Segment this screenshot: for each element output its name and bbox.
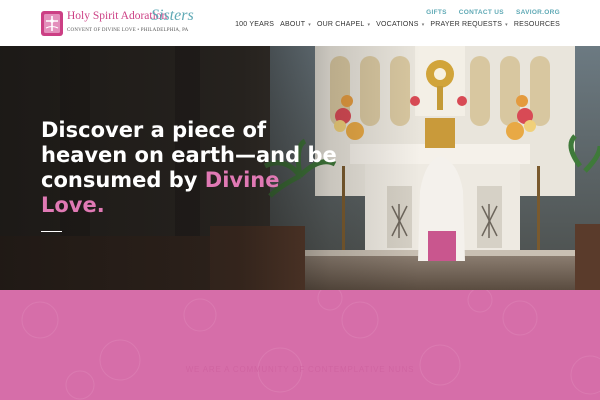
nav-item-our-chapel[interactable]: OUR CHAPEL ▾ [317,21,370,28]
logo-script: Sisters [151,7,194,24]
hero-section: Discover a piece of heaven on earth—and … [0,46,600,290]
nav-item-label: RESOURCES [513,21,560,28]
site-logo[interactable]: Holy Spirit Adoration Sisters CONVENT OF… [40,8,194,39]
chevron-down-icon: ▾ [421,21,425,28]
util-link-contact-us[interactable]: CONTACT US [459,9,504,16]
nav-item-vocations[interactable]: VOCATIONS ▾ [376,21,424,28]
util-link-gifts[interactable]: GIFTS [426,9,447,16]
nav-item-label: 100 YEARS [235,21,275,28]
chevron-down-icon: ▾ [505,21,508,28]
nav-item-label: VOCATIONS [376,21,419,28]
site-header: Holy Spirit Adoration Sisters CONVENT OF… [0,0,600,46]
nav-item-label: OUR CHAPEL [316,21,365,28]
nav-item-label: ABOUT [280,21,306,28]
book-and-dove-icon [41,11,63,36]
nav-item-prayer-requests[interactable]: PRAYER REQUESTS ▾ [430,21,507,28]
hero-headline: Discover a piece of heaven on earth—and … [41,118,341,218]
headline-text: Discover a piece of heaven on earth—and … [41,118,337,192]
page: Holy Spirit Adoration Sisters CONVENT OF… [0,0,600,400]
logo-subtitle: CONVENT OF DIVINE LOVE • PHILADELPHIA, P… [67,28,189,33]
nav-item-about[interactable]: ABOUT ▾ [280,21,311,28]
lace-pattern-background [21,290,600,400]
nav-item-resources[interactable]: RESOURCES [514,21,560,28]
headline-divider [41,231,62,232]
band-tagline: WE ARE A COMMUNITY OF CONTEMPLATIVE NUNS [185,365,415,374]
nav-item-100-years[interactable]: 100 YEARS [235,21,274,28]
util-link-savior-org[interactable]: SAVIOR.ORG [516,9,560,16]
chevron-down-icon: ▾ [308,21,311,28]
nav-item-label: PRAYER REQUESTS [430,21,503,28]
chevron-down-icon: ▾ [367,21,371,28]
intro-band: WE ARE A COMMUNITY OF CONTEMPLATIVE NUNS [0,290,600,400]
utility-nav: GIFTS CONTACT US SAVIOR.ORG [426,9,560,16]
main-nav: 100 YEARS ABOUT ▾ OUR CHAPEL ▾ VOCATIONS… [235,21,560,28]
